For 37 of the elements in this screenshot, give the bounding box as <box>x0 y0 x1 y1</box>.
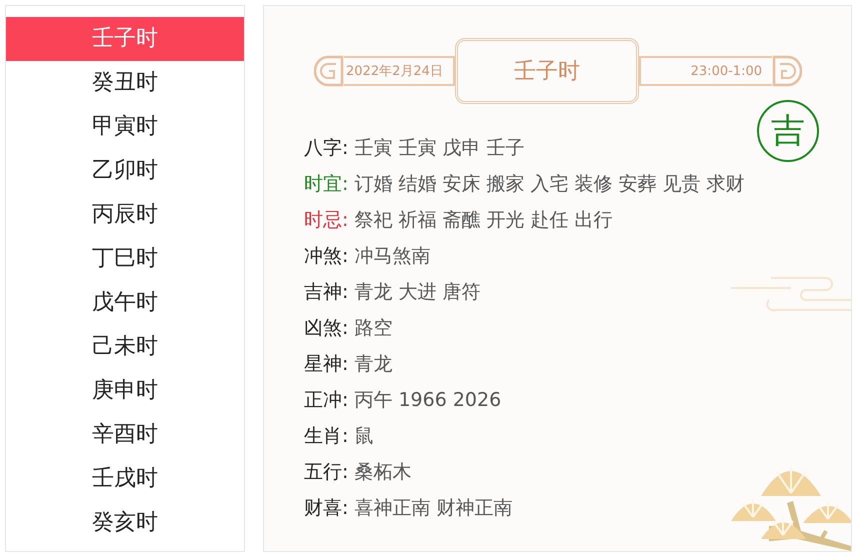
detail-label: 时忌: <box>304 208 348 233</box>
detail-label: 八字: <box>304 136 348 161</box>
hour-list-item[interactable]: 戊午时 <box>6 281 244 325</box>
hour-list-item[interactable]: 己未时 <box>6 325 244 369</box>
detail-value: 鼠 <box>354 424 374 449</box>
detail-value: 订婚 结婚 安床 搬家 入宅 装修 安葬 见贵 求财 <box>354 172 745 197</box>
hour-list-item[interactable]: 辛酉时 <box>6 413 244 457</box>
detail-value: 壬寅 壬寅 戊申 壬子 <box>354 136 525 161</box>
detail-label: 财喜: <box>304 496 348 521</box>
detail-label: 星神: <box>304 352 348 377</box>
detail-value: 路空 <box>354 316 392 341</box>
detail-label: 时宜: <box>304 172 348 197</box>
luck-badge: 吉 <box>757 100 819 162</box>
hour-list-item[interactable]: 癸亥时 <box>6 501 244 545</box>
hour-list-item[interactable]: 乙卯时 <box>6 149 244 193</box>
detail-label: 凶煞: <box>304 316 348 341</box>
detail-label: 生肖: <box>304 424 348 449</box>
detail-value: 喜神正南 财神正南 <box>354 496 512 521</box>
detail-value: 青龙 大进 唐符 <box>354 280 480 305</box>
detail-value: 丙午 1966 2026 <box>354 388 502 413</box>
detail-label: 冲煞: <box>304 244 348 269</box>
hour-list-item[interactable]: 壬戌时 <box>6 457 244 501</box>
hour-list-item[interactable]: 甲寅时 <box>6 105 244 149</box>
detail-label: 五行: <box>304 460 348 485</box>
banner-time: 23:00-1:00 <box>690 64 762 78</box>
detail-label: 正冲: <box>304 388 348 413</box>
hour-list-item[interactable]: 丙辰时 <box>6 193 244 237</box>
detail-value: 冲马煞南 <box>354 244 430 269</box>
detail-value: 青龙 <box>354 352 392 377</box>
hour-list-item[interactable]: 庚申时 <box>6 369 244 413</box>
banner-title: 壬子时 <box>514 58 580 86</box>
hour-list-item[interactable]: 癸丑时 <box>6 61 244 105</box>
detail-label: 吉神: <box>304 280 348 305</box>
detail-value: 祭祀 祈福 斋醮 开光 赴任 出行 <box>354 208 613 233</box>
banner-date: 2022年2月24日 <box>346 63 443 80</box>
hour-list-item[interactable]: 丁巳时 <box>6 237 244 281</box>
detail-value: 桑柘木 <box>354 460 412 485</box>
